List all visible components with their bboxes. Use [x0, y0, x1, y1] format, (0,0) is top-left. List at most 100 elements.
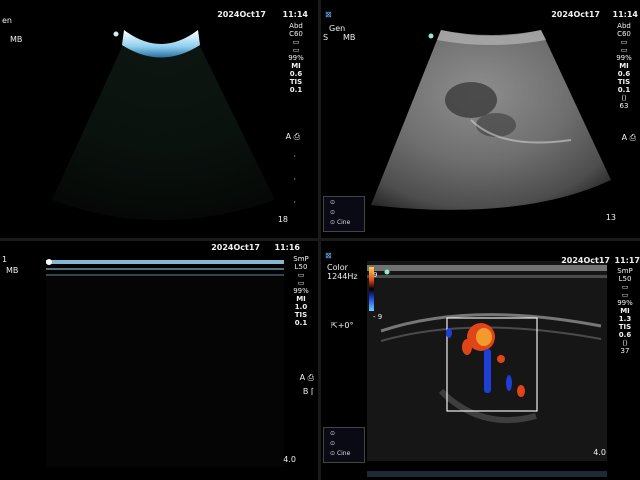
- cine-icon-1: ⊙: [330, 199, 336, 206]
- mi-value: 0.6: [289, 70, 303, 78]
- power-icon: ▭: [620, 38, 628, 46]
- ultrasound-image-3: [46, 259, 284, 467]
- cine-loop-icon: ⊙: [330, 450, 336, 457]
- cine-icon-2: ⊙: [330, 440, 336, 447]
- preset-label: SmP: [617, 267, 633, 275]
- tis-value: 0.6: [618, 331, 632, 339]
- gain-icon: ▭: [292, 46, 300, 54]
- tis-label: TIS: [289, 78, 303, 86]
- param-column: Abd C60 ▭ ▭ 99% MI 0.6 TIS 0.1: [282, 22, 310, 94]
- preset-label: Abd: [617, 22, 631, 30]
- depth-value: 4.0: [593, 448, 606, 457]
- panel-divider-horizontal: [0, 238, 640, 241]
- param-column: Abd C60 ▭ ▭ 99% MI 0.6 TIS 0.1 ⟨⟩ 63: [610, 22, 638, 110]
- gain-icon: ▭: [621, 291, 629, 299]
- date-label: 2024Oct17: [561, 256, 610, 265]
- left-label-mode: MB: [10, 35, 23, 44]
- probe-orientation-marker: [46, 259, 52, 265]
- date-label: 2024Oct17: [211, 243, 260, 252]
- ultrasound-image-2: [371, 30, 611, 210]
- dynamic-range-value: 37: [620, 347, 630, 355]
- color-flow-orange: [476, 328, 492, 346]
- near-field-line: [367, 265, 607, 271]
- patient-icon[interactable]: ⊠: [325, 10, 332, 19]
- probe-label: C60: [617, 30, 631, 38]
- color-flow-red: [497, 355, 505, 363]
- cine-control[interactable]: ⊙ ⊙ ⊙ Cine: [323, 427, 365, 463]
- near-field-line: [46, 274, 284, 276]
- date-label: 2024Oct17: [551, 10, 600, 19]
- depth-value: 13: [605, 213, 616, 222]
- preset-label: Abd: [289, 22, 303, 30]
- power-percent: 99%: [616, 54, 632, 62]
- sector-field: [52, 38, 275, 220]
- tis-value: 0.1: [617, 86, 631, 94]
- time-label: 11:14: [282, 10, 308, 19]
- cine-control[interactable]: ⊙ ⊙ ⊙ Cine: [323, 196, 365, 232]
- ultrasound-panel-2: ⊠ Gen S MB 2024Oct17 11:14 Abd C60 ▭ ▭ 9…: [321, 0, 640, 238]
- mi-value: 1.3: [618, 315, 632, 323]
- power-icon: ▭: [297, 271, 305, 279]
- power-icon: ▭: [621, 283, 629, 291]
- ultrasound-image-4: [367, 261, 607, 461]
- gain-icon: ▭: [297, 279, 305, 287]
- left-label-top: 1: [2, 255, 8, 264]
- ultrasound-panel-1: en MB 2024Oct17 11:14 Abd C60 ▭ ▭ 99% MI…: [0, 0, 318, 238]
- cine-timeline-bar[interactable]: [367, 471, 607, 477]
- left-label-mode: MB: [343, 33, 356, 42]
- time-label: 11:17: [614, 256, 640, 265]
- probe-orientation-marker: [384, 269, 390, 275]
- date-label: 2024Oct17: [217, 10, 266, 19]
- left-label-s: S: [323, 33, 329, 42]
- param-column: SmP L50 ▭ ▭ 99% MI 1.3 TIS 0.6 ⟨⟩ 37: [611, 267, 639, 355]
- near-field-line: [46, 260, 284, 264]
- probe-label: L50: [618, 275, 632, 283]
- color-mode-label: Color: [327, 263, 348, 272]
- probe-orientation-marker: [428, 33, 434, 39]
- gain-icon: ▭: [620, 46, 628, 54]
- left-label-preset: Gen: [329, 24, 346, 33]
- power-percent: 99%: [288, 54, 304, 62]
- patient-icon[interactable]: ⊠: [325, 251, 332, 260]
- color-flow-red: [462, 339, 472, 355]
- color-scale-bottom: - 9: [373, 313, 383, 321]
- hypoechoic-region: [445, 82, 497, 118]
- tis-label: TIS: [618, 323, 632, 331]
- steer-angle-icon: ⇱: [331, 321, 338, 330]
- tick-mark-icon: ·: [293, 198, 296, 207]
- cine-icon-1: ⊙: [330, 430, 336, 437]
- near-field-line: [367, 275, 607, 278]
- image-field: [46, 277, 284, 467]
- probe-orientation-marker: [113, 31, 119, 37]
- printer-icon: ⎙: [307, 373, 314, 382]
- param-column: SmP L50 ▭ ▭ 99% MI 1.0 TIS 0.1: [287, 255, 315, 327]
- dynamic-range-icon: ⟨⟩: [622, 339, 628, 347]
- mi-label: MI: [296, 295, 306, 303]
- ultrasound-panel-3: 1 MB 2024Oct17 11:16 SmP L50 ▭ ▭ 99% MI …: [0, 241, 318, 480]
- mi-label: MI: [619, 62, 629, 70]
- probe-label: C60: [289, 30, 303, 38]
- hypoechoic-region: [476, 113, 516, 137]
- tick-mark-icon: ·: [293, 152, 296, 161]
- color-flow-red: [517, 385, 525, 397]
- cine-label: Cine: [336, 450, 351, 457]
- prf-label: 1244Hz: [327, 272, 358, 281]
- color-flow-blue: [484, 349, 491, 393]
- preset-label: SmP: [293, 255, 309, 263]
- mi-value: 0.6: [617, 70, 631, 78]
- marker-a: A: [299, 373, 306, 382]
- cine-loop-icon: ⊙: [330, 219, 336, 226]
- time-label: 11:16: [274, 243, 300, 252]
- power-percent: 99%: [293, 287, 309, 295]
- color-flow-blue: [446, 328, 452, 338]
- depth-value: 4.0: [283, 455, 296, 464]
- left-label-mode: MB: [6, 266, 19, 275]
- cine-label: Cine: [336, 219, 351, 226]
- cine-icon-2: ⊙: [330, 209, 336, 216]
- near-field-line: [46, 268, 284, 270]
- left-label-top: en: [2, 16, 12, 25]
- steer-angle-value: +0°: [337, 321, 354, 330]
- color-scale-top: 9: [373, 271, 378, 279]
- tis-value: 0.1: [289, 86, 303, 94]
- time-label: 11:14: [612, 10, 638, 19]
